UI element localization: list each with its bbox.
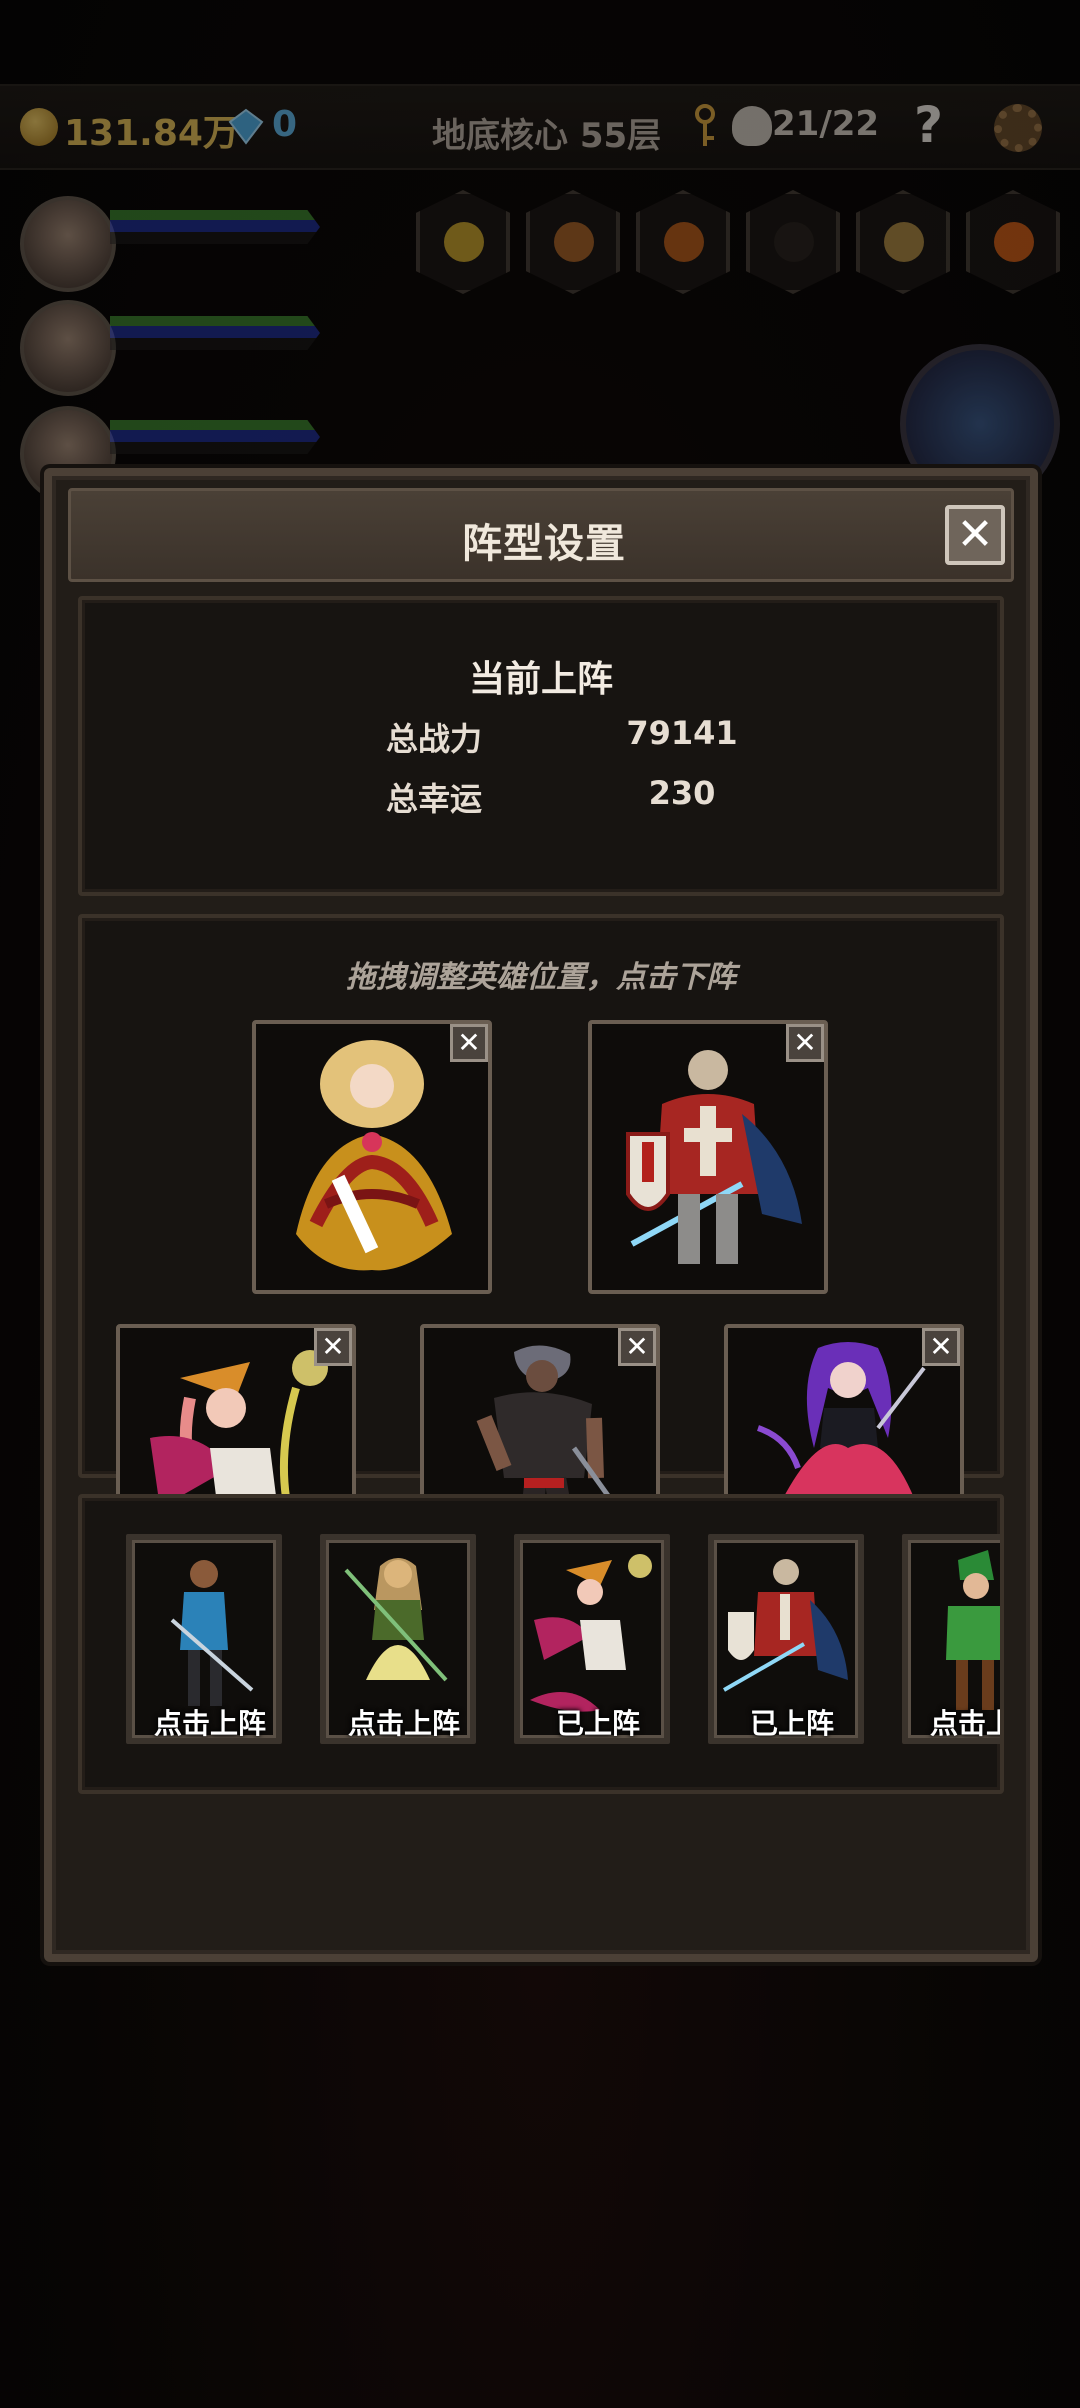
background-hero-avatar bbox=[20, 300, 116, 396]
total-power-label: 总战力 bbox=[386, 720, 483, 758]
gold-amount: 131.84万 bbox=[64, 113, 239, 154]
remove-hero-button[interactable]: ✕ bbox=[618, 1328, 656, 1366]
dialog-title: 阵型设置 bbox=[462, 521, 626, 567]
close-icon: ✕ bbox=[321, 1330, 345, 1363]
diamond-icon bbox=[228, 108, 264, 145]
skull-icon bbox=[732, 106, 772, 146]
hero-roster-strip[interactable]: 点击上阵 点击上阵 已上阵 已上阵 点击 bbox=[78, 1494, 1004, 1794]
close-icon: ✕ bbox=[457, 1026, 481, 1059]
help-button[interactable]: ? bbox=[914, 96, 943, 154]
close-icon: ✕ bbox=[929, 1330, 953, 1363]
dialog-header: 阵型设置 ✕ bbox=[68, 488, 1014, 582]
hero-portrait-crusader-knight bbox=[626, 1050, 802, 1264]
background-hero-hp-bar bbox=[110, 210, 320, 244]
remove-hero-button[interactable]: ✕ bbox=[786, 1024, 824, 1062]
remove-hero-button[interactable]: ✕ bbox=[314, 1328, 352, 1366]
kill-counter: 21/22 bbox=[772, 104, 880, 144]
team-stats-panel: 当前上阵 总战力 79141 总幸运 230 bbox=[78, 596, 1004, 896]
total-luck-value: 230 bbox=[648, 774, 716, 812]
remove-hero-button[interactable]: ✕ bbox=[450, 1024, 488, 1062]
current-lineup-title: 当前上阵 bbox=[468, 659, 613, 700]
key-icon bbox=[695, 104, 715, 146]
drag-hint: 拖拽调整英雄位置，点击下阵 bbox=[346, 960, 736, 995]
roster-hero-card[interactable]: 点击上阵 bbox=[126, 1534, 282, 1744]
roster-hero-card[interactable]: 已上阵 bbox=[708, 1534, 864, 1744]
background-hero-avatar bbox=[20, 196, 116, 292]
floor-label: 地底核心 55层 bbox=[432, 116, 662, 156]
roster-status-label: 已上阵 bbox=[555, 1707, 640, 1740]
remove-hero-button[interactable]: ✕ bbox=[922, 1328, 960, 1366]
close-icon: ✕ bbox=[625, 1330, 649, 1363]
formation-dialog: 阵型设置 ✕ 当前上阵 总战力 79141 总幸运 230 拖拽调整英雄位置，点… bbox=[44, 468, 1038, 1962]
close-button[interactable]: ✕ bbox=[945, 505, 1005, 565]
resource-bar: 131.84万 0 地底核心 55层 21/22 ? bbox=[0, 84, 1080, 170]
total-power-value: 79141 bbox=[626, 714, 738, 752]
formation-grid: 拖拽调整英雄位置，点击下阵 ✕ ✕ ✕ ✕ ✕ bbox=[78, 914, 1004, 1598]
roster-status-label: 点击上阵 bbox=[929, 1707, 1000, 1740]
gold-coin-icon bbox=[20, 108, 58, 146]
background-hero-hp-bar bbox=[110, 316, 320, 350]
gem-amount: 0 bbox=[272, 104, 298, 145]
hero-portrait-golden-queen bbox=[296, 1040, 452, 1271]
roster-status-label: 已上阵 bbox=[749, 1707, 834, 1740]
close-icon: ✕ bbox=[793, 1026, 817, 1059]
settings-gear-icon[interactable] bbox=[994, 104, 1042, 152]
close-icon: ✕ bbox=[956, 509, 994, 560]
total-luck-label: 总幸运 bbox=[386, 780, 483, 818]
roster-status-label: 点击上阵 bbox=[153, 1707, 266, 1740]
roster-hero-card[interactable]: 点击上阵 bbox=[902, 1534, 1000, 1744]
background-hero-hp-bar bbox=[110, 420, 320, 454]
roster-scroll-viewport[interactable]: 点击上阵 点击上阵 已上阵 已上阵 点击 bbox=[82, 1498, 1000, 1790]
roster-hero-card[interactable]: 点击上阵 bbox=[320, 1534, 476, 1744]
formation-slot-hero[interactable]: ✕ bbox=[588, 1020, 828, 1294]
roster-hero-card[interactable]: 已上阵 bbox=[514, 1534, 670, 1744]
roster-status-label: 点击上阵 bbox=[347, 1707, 460, 1740]
formation-slot-hero[interactable]: ✕ bbox=[252, 1020, 492, 1294]
